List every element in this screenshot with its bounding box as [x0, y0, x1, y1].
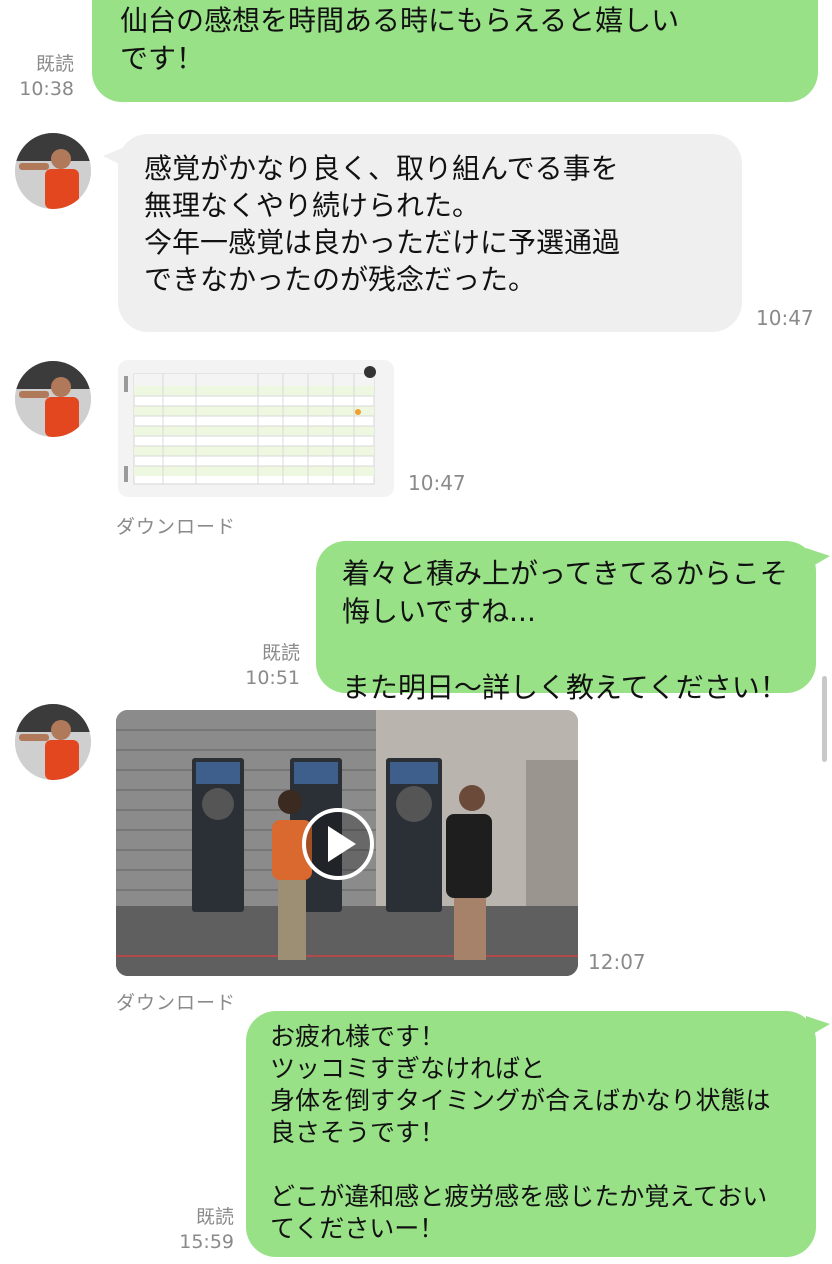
avatar[interactable]	[15, 133, 91, 209]
message-bubble-outgoing[interactable]: 着々と積み上がってきてるからこそ 悔しいですね... また明日〜詳しく教えてくだ…	[316, 541, 816, 704]
read-receipt: 既読 15:59	[179, 1206, 234, 1253]
message-bubble-outgoing[interactable]: 仙台の感想を時間ある時にもらえると嬉しい です！	[92, 0, 818, 102]
message-time: 10:47	[408, 471, 466, 495]
read-receipt: 既読 10:38	[19, 53, 74, 100]
bubble-tail	[103, 146, 127, 168]
scrollbar[interactable]	[822, 676, 827, 762]
message-time: 10:47	[756, 306, 814, 330]
message-bubble-incoming[interactable]: 感覚がかなり良く、取り組んでる事を 無理なくやり続けられた。 今年一感覚は良かっ…	[118, 134, 742, 332]
bubble-tail	[806, 548, 830, 570]
message-time: 12:07	[588, 950, 646, 974]
avatar[interactable]	[15, 704, 91, 780]
download-link[interactable]: ダウンロード	[116, 512, 236, 539]
image-attachment[interactable]	[118, 360, 394, 497]
bubble-tail	[806, 1016, 830, 1038]
read-receipt: 既読 10:51	[245, 642, 300, 689]
avatar[interactable]	[15, 361, 91, 437]
play-icon[interactable]	[302, 810, 374, 882]
message-bubble-outgoing[interactable]: お疲れ様です！ ツッコミすぎなければと 身体を倒すタイミングが合えばかなり状態は…	[246, 1011, 816, 1257]
download-link[interactable]: ダウンロード	[116, 988, 236, 1015]
